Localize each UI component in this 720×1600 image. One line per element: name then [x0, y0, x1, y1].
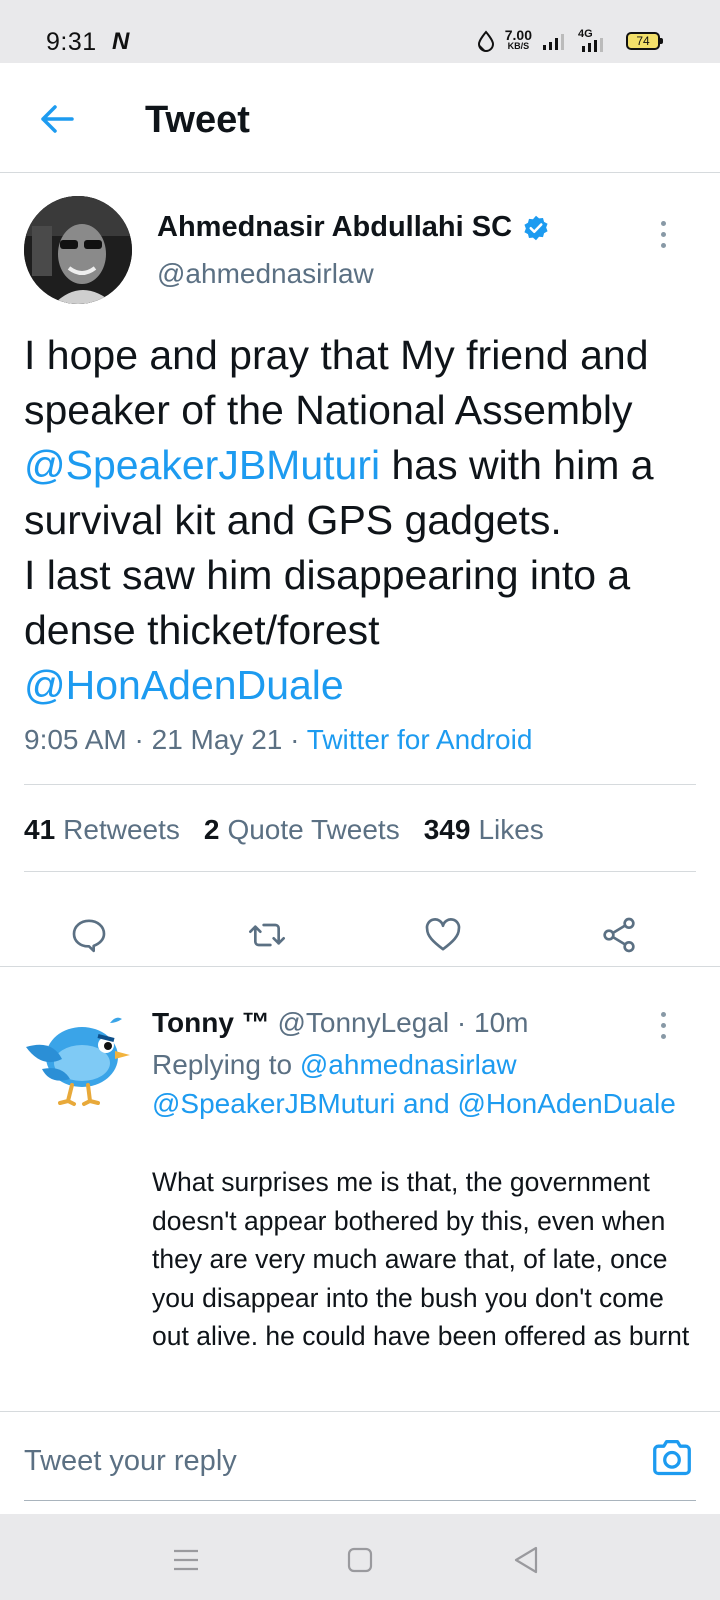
- status-time: 9:31: [46, 28, 97, 56]
- like-icon: [425, 918, 461, 951]
- verified-badge-icon: [524, 215, 548, 240]
- tweet-text: I hope and pray that My friend and speak…: [24, 328, 704, 713]
- share-icon: [603, 917, 635, 953]
- home-square-icon: [347, 1547, 373, 1573]
- battery-icon: 74: [626, 32, 663, 50]
- back-button[interactable]: [34, 96, 80, 142]
- app-header: Tweet: [0, 63, 720, 173]
- divider: [24, 871, 696, 872]
- tweet-text-segment: I hope and pray that My friend and speak…: [24, 332, 649, 433]
- retweet-icon: [249, 923, 285, 947]
- data-saver-icon: [477, 30, 494, 52]
- signal-4g-icon: 4G: [576, 28, 616, 52]
- retweet-button[interactable]: [242, 910, 292, 960]
- signal-icon: [543, 34, 564, 50]
- reply-composer: [0, 1411, 720, 1514]
- back-nav-button[interactable]: [506, 1540, 546, 1580]
- carrier-icon: N: [112, 28, 130, 55]
- reply-button[interactable]: [64, 910, 114, 960]
- mention-link[interactable]: @HonAdenDuale: [24, 662, 344, 708]
- divider: [24, 784, 696, 785]
- reply-input[interactable]: [24, 1412, 624, 1510]
- status-bar: 9:31 N 7.00 KB/S 4G 74: [0, 0, 720, 63]
- tweet-stats: 41 Retweets 2 Quote Tweets 349 Likes: [24, 814, 544, 846]
- avatar-image: [24, 196, 132, 304]
- tweet-date: 21 May 21: [151, 724, 283, 755]
- page-title: Tweet: [145, 99, 250, 141]
- share-button[interactable]: [594, 910, 644, 960]
- reply-icon: [72, 919, 106, 953]
- more-options-icon[interactable]: [648, 214, 678, 254]
- author-name[interactable]: Ahmednasir Abdullahi SC: [157, 211, 550, 244]
- arrow-left-icon: [41, 105, 74, 133]
- reply-text: What surprises me is that, the governmen…: [152, 1167, 690, 1351]
- reply-tweet[interactable]: Tonny ™ @TonnyLegal · 10m Replying to @a…: [0, 987, 720, 1411]
- back-triangle-icon: [514, 1546, 538, 1574]
- home-nav-button[interactable]: [340, 1540, 380, 1580]
- network-speed: 7.00 KB/S: [504, 27, 532, 51]
- mention-link[interactable]: @SpeakerJBMuturi: [24, 442, 380, 488]
- like-button[interactable]: [418, 910, 468, 960]
- tweet-time: 9:05 AM: [24, 724, 127, 755]
- camera-icon: [653, 1440, 691, 1476]
- section-divider: [0, 966, 720, 967]
- reply-author-handle[interactable]: @TonnyLegal: [277, 1007, 449, 1038]
- reply-more-options-icon[interactable]: [648, 1005, 678, 1045]
- menu-nav-button[interactable]: [166, 1540, 206, 1580]
- tweet-actions: [0, 890, 720, 978]
- camera-button[interactable]: [648, 1434, 696, 1482]
- author-handle[interactable]: @ahmednasirlaw: [157, 258, 374, 290]
- bird-avatar-icon: [26, 1017, 130, 1106]
- retweets-stat[interactable]: 41 Retweets: [24, 814, 180, 846]
- tweet-meta: 9:05 AM · 21 May 21 · Twitter for Androi…: [24, 724, 533, 755]
- menu-icon: [174, 1549, 198, 1571]
- reply-header: Tonny ™ @TonnyLegal · 10m: [152, 1007, 529, 1038]
- reply-author-name[interactable]: Tonny ™: [152, 1007, 270, 1038]
- divider: [24, 1500, 696, 1501]
- status-icons: 7.00 KB/S 4G 74: [477, 26, 663, 56]
- reply-avatar[interactable]: [22, 1009, 132, 1113]
- replying-to[interactable]: Replying to @ahmednasirlaw @SpeakerJBMut…: [152, 1045, 692, 1123]
- tweet-text-segment: I last saw him disappearing into a dense…: [24, 552, 631, 653]
- system-nav-bar: [0, 1514, 720, 1600]
- reply-time: 10m: [474, 1007, 529, 1038]
- quote-tweets-stat[interactable]: 2 Quote Tweets: [204, 814, 400, 846]
- likes-stat[interactable]: 349 Likes: [424, 814, 544, 846]
- tweet-source-link[interactable]: Twitter for Android: [307, 724, 533, 755]
- avatar[interactable]: [24, 196, 132, 304]
